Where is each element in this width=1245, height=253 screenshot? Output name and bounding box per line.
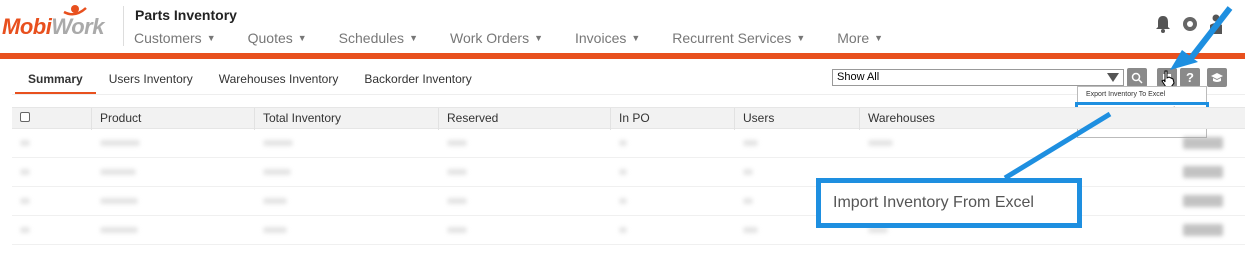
select-all-checkbox[interactable] — [20, 112, 30, 122]
column-header-users[interactable]: Users — [735, 108, 860, 130]
column-header-product[interactable]: Product — [92, 108, 255, 130]
nav-recurrent-services[interactable]: Recurrent Services ▼ — [672, 30, 805, 46]
tab-summary[interactable]: Summary — [15, 68, 96, 94]
header-divider — [123, 6, 124, 46]
chevron-down-icon — [1107, 73, 1119, 82]
tab-warehouses-inventory[interactable]: Warehouses Inventory — [206, 68, 352, 94]
help-icon: ? — [1186, 70, 1194, 85]
chevron-down-icon: ▼ — [796, 33, 806, 43]
tab-backorder-inventory[interactable]: Backorder Inventory — [351, 68, 484, 94]
column-header-in-po[interactable]: In PO — [611, 108, 735, 130]
page-title: Parts Inventory — [135, 7, 237, 23]
chevron-down-icon: ▼ — [631, 33, 641, 43]
header-icons — [1155, 14, 1223, 34]
nav-work-orders-label: Work Orders — [449, 30, 530, 46]
search-icon — [1131, 72, 1143, 84]
chevron-down-icon: ▼ — [206, 33, 216, 43]
nav-customers-label: Customers — [134, 30, 202, 46]
tab-users-inventory[interactable]: Users Inventory — [96, 68, 206, 94]
nav-more-label: More — [837, 30, 870, 46]
column-header-reserved[interactable]: Reserved — [439, 108, 611, 130]
mobiwork-logo[interactable]: MobiWork — [2, 4, 120, 46]
tabs-divider — [12, 94, 1245, 95]
gear-icon[interactable] — [1181, 15, 1199, 33]
inventory-tabs: Summary Users Inventory Warehouses Inven… — [15, 68, 485, 94]
nav-recurrent-services-label: Recurrent Services — [672, 30, 792, 46]
tutorial-button[interactable] — [1207, 68, 1227, 87]
filter-select[interactable]: Show All — [832, 69, 1124, 86]
chevron-down-icon: ▼ — [409, 33, 418, 43]
user-icon[interactable] — [1209, 14, 1223, 34]
nav-schedules[interactable]: Schedules ▼ — [339, 30, 418, 46]
logo-figure-icon — [63, 5, 87, 16]
nav-customers[interactable]: Customers ▼ — [134, 30, 216, 46]
chevron-down-icon: ▼ — [297, 33, 307, 43]
chevron-down-icon: ▼ — [874, 33, 884, 43]
nav-more[interactable]: More ▼ — [837, 30, 883, 46]
menu-item-export-excel[interactable]: Export Inventory To Excel — [1078, 87, 1206, 102]
help-button[interactable]: ? — [1180, 68, 1200, 87]
nav-work-orders[interactable]: Work Orders ▼ — [450, 30, 543, 46]
filter-select-value: Show All — [837, 71, 880, 83]
column-header-total-inventory[interactable]: Total Inventory — [255, 108, 439, 130]
nav-quotes[interactable]: Quotes ▼ — [248, 30, 307, 46]
logo-text-mobi: Mobi — [2, 14, 52, 39]
app-header: MobiWork Parts Inventory Customers ▼ Quot… — [0, 0, 1245, 56]
chevron-down-icon: ▼ — [534, 33, 543, 43]
callout-text: Import Inventory From Excel — [833, 194, 1034, 211]
bell-icon[interactable] — [1155, 15, 1171, 33]
nav-schedules-label: Schedules — [338, 30, 405, 46]
column-header-warehouses[interactable]: Warehouses — [860, 108, 1245, 130]
nav-invoices-label: Invoices — [575, 30, 627, 46]
nav-quotes-label: Quotes — [247, 30, 293, 46]
top-navigation: Customers ▼ Quotes ▼ Schedules ▼ Work Order… — [134, 30, 915, 46]
table-row[interactable] — [12, 129, 1245, 158]
select-all-cell — [12, 108, 92, 130]
header-accent-bar — [0, 53, 1245, 59]
import-callout-box: Import Inventory From Excel — [816, 178, 1082, 228]
table-header: Product Total Inventory Reserved In PO U… — [12, 107, 1245, 130]
nav-invoices[interactable]: Invoices ▼ — [575, 30, 640, 46]
search-button[interactable] — [1127, 68, 1147, 87]
graduation-cap-icon — [1211, 72, 1223, 82]
